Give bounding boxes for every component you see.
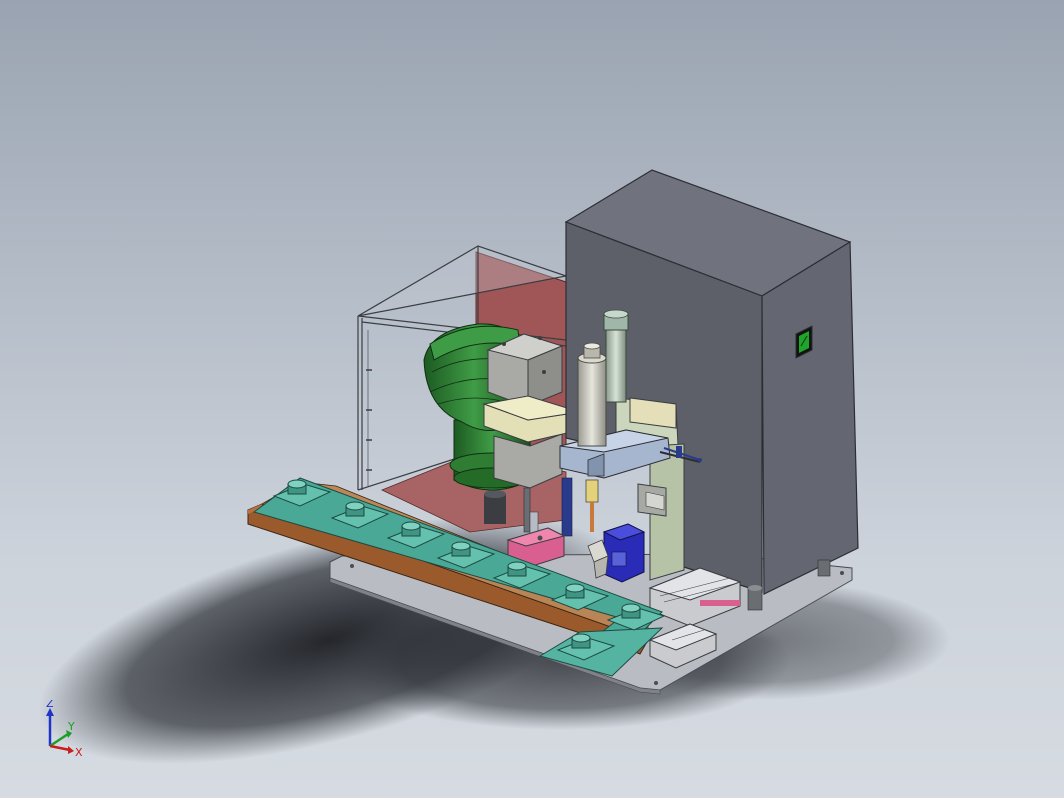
pneumatic-cylinder-main[interactable] [577,342,607,532]
machine-assembly-model[interactable] [0,0,1064,798]
cad-viewport[interactable]: Z Y X [0,0,1064,798]
blue-gripper[interactable] [587,523,646,583]
x-axis-label: X [75,746,83,759]
y-axis-label: Y [67,720,75,733]
y-axis: Y [49,720,75,748]
z-axis: Z [46,700,54,746]
x-axis: X [49,744,83,759]
z-axis-label: Z [46,700,54,710]
pneumatic-cylinder-small[interactable] [603,309,629,403]
coordinate-triad: Z Y X [46,700,83,759]
